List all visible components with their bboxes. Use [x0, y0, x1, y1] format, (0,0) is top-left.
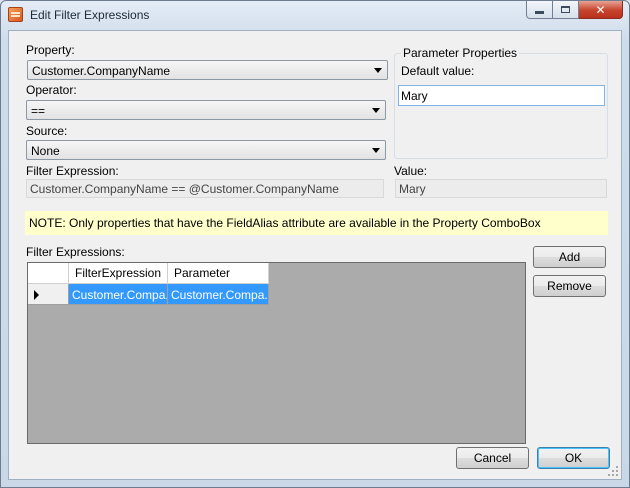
default-value-label: Default value: — [401, 64, 475, 78]
title-bar[interactable]: Edit Filter Expressions ✕ — [1, 1, 629, 29]
column-header-filter-expression[interactable]: FilterExpression — [69, 263, 168, 284]
chevron-down-icon — [372, 148, 380, 153]
cancel-button[interactable]: Cancel — [456, 447, 529, 469]
chevron-down-icon — [372, 108, 380, 113]
property-combobox[interactable]: Customer.CompanyName — [27, 60, 388, 80]
note-banner: NOTE: Only properties that have the Fiel… — [25, 211, 608, 235]
add-button[interactable]: Add — [533, 246, 606, 268]
parameter-properties-group: Parameter Properties Default value: Mary — [394, 46, 608, 159]
resize-grip-icon[interactable] — [607, 465, 619, 477]
source-combobox[interactable]: None — [26, 140, 386, 160]
close-button[interactable]: ✕ — [579, 1, 623, 19]
close-icon: ✕ — [595, 2, 606, 17]
caption-buttons: ✕ — [526, 1, 623, 19]
property-value: Customer.CompanyName — [32, 64, 171, 78]
window-title: Edit Filter Expressions — [30, 8, 150, 22]
parameter-properties-title: Parameter Properties — [401, 46, 520, 60]
filter-expression-field: Customer.CompanyName == @Customer.Compan… — [26, 179, 384, 198]
operator-combobox[interactable]: == — [26, 100, 386, 120]
grid-corner-header[interactable] — [28, 263, 69, 284]
filter-expression-label: Filter Expression: — [26, 164, 119, 178]
operator-value: == — [31, 104, 46, 118]
value-field: Mary — [395, 179, 607, 198]
column-header-parameter[interactable]: Parameter — [168, 263, 269, 284]
value-label: Value: — [394, 164, 428, 178]
default-value-input[interactable]: Mary — [398, 85, 605, 106]
current-row-arrow-icon — [34, 290, 39, 300]
operator-label: Operator: — [26, 83, 77, 97]
cell-filter-expression[interactable]: Customer.Compa... — [69, 284, 168, 305]
dialog-window: Edit Filter Expressions ✕ Property: Cust… — [0, 0, 630, 488]
source-value: None — [31, 144, 60, 158]
filter-expressions-label: Filter Expressions: — [26, 245, 125, 259]
minimize-button[interactable] — [526, 1, 553, 19]
remove-button[interactable]: Remove — [533, 275, 606, 297]
maximize-button[interactable] — [553, 1, 579, 19]
source-label: Source: — [26, 124, 68, 138]
app-icon — [8, 7, 23, 22]
table-row-header[interactable] — [28, 284, 69, 305]
cell-parameter[interactable]: Customer.Compa... — [168, 284, 269, 305]
ok-button[interactable]: OK — [537, 447, 610, 469]
dialog-client-area: Property: Customer.CompanyName Operator:… — [8, 30, 622, 480]
minimize-icon — [535, 10, 544, 14]
maximize-icon — [561, 6, 570, 13]
property-label: Property: — [26, 43, 75, 57]
chevron-down-icon — [374, 68, 382, 73]
filter-expressions-grid[interactable]: FilterExpression Parameter Customer.Comp… — [27, 262, 526, 444]
